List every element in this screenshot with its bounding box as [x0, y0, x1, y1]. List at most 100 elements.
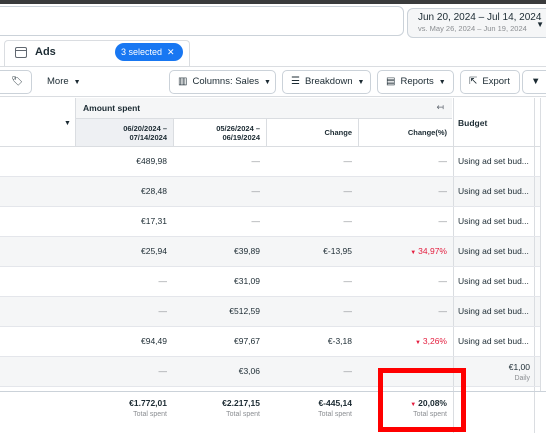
cell-change-pct: —	[438, 186, 448, 196]
close-icon[interactable]: ✕	[167, 47, 175, 57]
cell-previous: €31,09	[234, 276, 260, 286]
change-pct-value: 3,26%	[422, 336, 447, 346]
tab-ads[interactable]: Ads 3 selected ✕	[4, 40, 190, 66]
chevron-down-icon: ▼	[73, 79, 81, 86]
cell-change: —	[343, 306, 353, 316]
amount-spent-group-header[interactable]: Amount spent ↤	[76, 98, 452, 119]
table-row[interactable]: — €31,09 — — Using ad set bud...	[0, 267, 546, 297]
total-current-label: Total spent	[133, 411, 167, 418]
export-options-button[interactable]: ▼	[522, 70, 546, 94]
total-previous-label: Total spent	[226, 411, 260, 418]
cell-current: €25,94	[141, 246, 167, 256]
total-change-value: €-445,14	[318, 398, 352, 408]
total-change: €-445,14 Total spent	[267, 398, 358, 418]
tag-icon: 🏷	[11, 76, 24, 87]
cell-change-pct: —	[438, 216, 448, 226]
cell-current: €17,31	[141, 216, 167, 226]
columns-icon: ▥	[178, 76, 188, 87]
cell-change: —	[343, 156, 353, 166]
cell-change-pct: ▼ 34,97%	[359, 237, 453, 266]
cell-budget: Using ad set bud...	[453, 177, 535, 206]
cell-previous: €39,89	[234, 246, 260, 256]
reports-button[interactable]: ▤ Reports ▼	[377, 70, 454, 94]
breakdown-label: Breakdown	[304, 76, 353, 87]
date-bar: Jun 20, 2024 – Jul 14, 2024 vs. May 26, …	[0, 6, 546, 38]
collapse-icon[interactable]: ↤	[436, 102, 444, 113]
export-label: Export	[482, 76, 510, 87]
cell-current: —	[158, 276, 168, 286]
cell-previous: €512,59	[229, 306, 260, 316]
cell-previous: —	[251, 186, 261, 196]
total-change-label: Total spent	[318, 411, 352, 418]
tag-button[interactable]: 🏷	[0, 70, 32, 94]
chevron-down-icon: ▼	[536, 20, 544, 29]
more-label: More	[47, 76, 69, 87]
scrollbar[interactable]	[540, 98, 546, 391]
table-row[interactable]: €94,49 €97,67 €-3,18 ▼ 3,26% Using ad set bud…	[0, 327, 546, 357]
decrease-icon: ▼	[414, 340, 421, 346]
cell-change: —	[343, 276, 353, 286]
cell-change: €-13,95	[323, 246, 352, 256]
group-header-label: Amount spent	[83, 103, 141, 113]
search-field[interactable]	[0, 6, 404, 36]
column-divider	[266, 119, 267, 146]
cell-change-pct: ▼ 3,26%	[359, 327, 453, 356]
header-change[interactable]: Change	[267, 119, 358, 146]
selected-count-label: 3 selected	[121, 47, 163, 57]
header-previous-period[interactable]: 05/26/2024 – 06/19/2024	[174, 119, 266, 146]
ads-tab-icon	[15, 47, 27, 58]
column-divider	[173, 119, 174, 146]
change-pct-value: 34,97%	[418, 246, 447, 256]
total-previous: €2.217,15 Total spent	[174, 398, 266, 418]
toolbar: 🏷 More ▼ ▥ Columns: Sales ▼ ☰ Breakdown ▼ ▤ Re…	[0, 66, 546, 97]
highlight-annotation	[378, 368, 466, 432]
decrease-icon: ▼	[410, 250, 417, 256]
cell-current: —	[158, 306, 168, 316]
tab-ads-label: Ads	[35, 46, 56, 58]
top-strip	[0, 0, 546, 4]
cell-change: —	[343, 186, 353, 196]
total-current: €1.772,01 Total spent	[76, 398, 173, 418]
selected-count-pill[interactable]: 3 selected ✕	[115, 43, 183, 61]
cell-change-pct: —	[438, 156, 448, 166]
columns-label: Columns: Sales	[192, 76, 259, 87]
cell-previous: €3,06	[238, 366, 260, 376]
cell-previous: €97,67	[234, 336, 260, 346]
cell-budget: Using ad set bud...	[453, 147, 535, 176]
cell-budget: Using ad set bud...	[453, 267, 535, 296]
cell-change: —	[343, 216, 353, 226]
cell-change: —	[343, 366, 353, 376]
header-current-period[interactable]: 06/20/2024 – 07/14/2024	[76, 119, 173, 146]
cell-budget: Using ad set bud...	[453, 297, 535, 326]
cell-current: —	[158, 366, 168, 376]
cell-current: €94,49	[141, 336, 167, 346]
cell-current: €489,98	[136, 156, 167, 166]
header-budget[interactable]: Budget	[453, 98, 535, 146]
cell-change-pct: —	[438, 306, 448, 316]
columns-button[interactable]: ▥ Columns: Sales ▼	[169, 70, 276, 94]
column-divider	[358, 119, 359, 146]
more-button[interactable]: More ▼	[38, 70, 92, 94]
table-row[interactable]: €25,94 €39,89 €-13,95 ▼ 34,97% Using ad set b…	[0, 237, 546, 267]
reports-icon: ▤	[386, 76, 396, 87]
export-icon: ⇱	[469, 76, 478, 87]
table-row[interactable]: €489,98 — — — Using ad set bud...	[0, 147, 546, 177]
table-row[interactable]: — €512,59 — — Using ad set bud...	[0, 297, 546, 327]
date-range-picker[interactable]: Jun 20, 2024 – Jul 14, 2024 vs. May 26, …	[407, 8, 546, 38]
chevron-down-icon: ▼	[438, 79, 446, 86]
cell-budget: Using ad set bud...	[453, 207, 535, 236]
cell-previous: —	[251, 156, 261, 166]
export-button[interactable]: ⇱ Export	[460, 70, 520, 94]
chevron-down-icon: ▼	[357, 79, 365, 86]
breakdown-button[interactable]: ☰ Breakdown ▼	[282, 70, 371, 94]
table-row[interactable]: €17,31 — — — Using ad set bud...	[0, 207, 546, 237]
date-range-label: Jun 20, 2024 – Jul 14, 2024	[418, 12, 542, 23]
cell-current: €28,48	[141, 186, 167, 196]
budget-value: €1,00	[508, 362, 530, 372]
header-change-pct[interactable]: Change(%)	[359, 119, 453, 146]
tab-bar: Ads 3 selected ✕	[0, 40, 546, 66]
date-compare-label: vs. May 26, 2024 – Jun 19, 2024	[418, 24, 527, 33]
table-row[interactable]: €28,48 — — — Using ad set bud...	[0, 177, 546, 207]
budget-period: Daily	[514, 375, 530, 382]
cell-change-pct: —	[438, 276, 448, 286]
